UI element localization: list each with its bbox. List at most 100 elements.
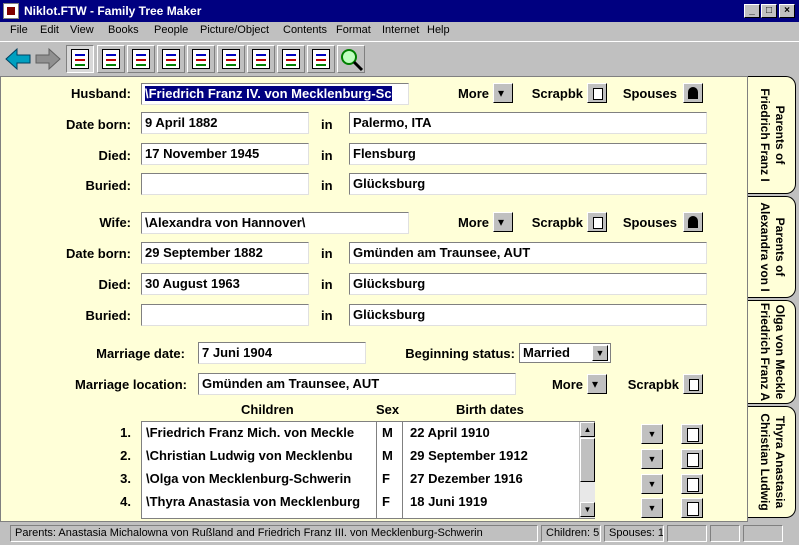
wife-name-field[interactable]: \Alexandra von Hannover\ (141, 212, 409, 234)
child-scrapbook-button[interactable] (681, 449, 703, 469)
family-group-sheet-button[interactable] (247, 45, 275, 73)
scroll-thumb[interactable] (580, 438, 595, 482)
calendar-report-button[interactable] (307, 45, 335, 73)
husband-born-place-field[interactable]: Palermo, ITA (349, 112, 707, 134)
scroll-down-icon[interactable]: ▼ (580, 502, 595, 517)
maximize-button[interactable]: □ (761, 4, 777, 18)
hourglass-tree-icon (162, 49, 180, 69)
child-more-button[interactable]: ▼ (641, 498, 663, 518)
forward-button[interactable] (34, 46, 62, 72)
menu-format[interactable]: Format (336, 24, 371, 36)
children-list[interactable]: \Friedrich Franz Mich. von Meckle M 22 A… (141, 421, 595, 519)
in-label: in (321, 117, 333, 132)
chevron-down-icon[interactable]: ▼ (592, 345, 608, 361)
table-row[interactable]: \Friedrich Franz Mich. von Meckle M 22 A… (142, 422, 579, 445)
child-name: \Thyra Anastasia von Mecklenburg (146, 494, 361, 509)
descendant-tree-button[interactable] (127, 45, 155, 73)
child-birth-date: 22 April 1910 (410, 425, 490, 440)
child-number: 4. (120, 494, 131, 509)
menu-help[interactable]: Help (427, 24, 450, 36)
status-children-count: Children: 5 (541, 525, 601, 542)
genealogy-report-button[interactable] (277, 45, 305, 73)
family-page-button[interactable] (66, 45, 94, 73)
husband-died-place-field[interactable]: Flensburg (349, 143, 707, 165)
menu-file[interactable]: File (10, 24, 28, 36)
husband-more-button[interactable] (493, 83, 513, 103)
wife-more-button[interactable] (493, 212, 513, 232)
in-label: in (321, 308, 333, 323)
ancestor-tree-icon (102, 49, 120, 69)
wife-scrapbk-label: Scrapbk (531, 215, 583, 230)
husband-name-field[interactable]: \Friedrich Franz IV. von Mecklenburg-Sc (141, 83, 409, 105)
tab-children-olga-friedrich[interactable]: Olga von Meckle Friedrich Franz A (748, 300, 796, 404)
magnifier-icon (341, 49, 364, 72)
all-in-one-tree-button[interactable] (187, 45, 215, 73)
beginning-status-value: Married (523, 345, 570, 360)
child-more-button[interactable]: ▼ (641, 449, 663, 469)
menu-picture-object[interactable]: Picture/Object (200, 24, 269, 36)
back-button[interactable] (4, 46, 32, 72)
husband-spouses-button[interactable] (683, 83, 703, 103)
marriage-date-label: Marriage date: (96, 346, 185, 361)
child-number: 2. (120, 448, 131, 463)
wife-scrapbook-button[interactable] (587, 212, 607, 232)
table-row[interactable]: \Christian Ludwig von Mecklenbu M 29 Sep… (142, 445, 579, 468)
child-sex: M (382, 448, 393, 463)
title-bar[interactable]: Niklot.FTW - Family Tree Maker _ □ × (0, 0, 799, 22)
child-scrapbook-button[interactable] (681, 424, 703, 444)
marriage-scrapbook-button[interactable] (683, 374, 703, 394)
wife-buried-place-field[interactable]: Glücksburg (349, 304, 707, 326)
menu-books[interactable]: Books (108, 24, 139, 36)
marriage-location-field[interactable]: Gmünden am Traunsee, AUT (198, 373, 516, 395)
ancestor-tree-button[interactable] (97, 45, 125, 73)
child-name: \Christian Ludwig von Mecklenbu (146, 448, 353, 463)
husband-scrapbk-label: Scrapbk (531, 86, 583, 101)
husband-died-date-field[interactable]: 17 November 1945 (141, 143, 309, 165)
wife-died-date-field[interactable]: 30 August 1963 (141, 273, 309, 295)
tab-parents-wife[interactable]: Parents of Alexandra von I (748, 196, 796, 298)
tab-parents-husband[interactable]: Parents of Friedrich Franz I (748, 76, 796, 194)
wife-spouses-button[interactable] (683, 212, 703, 232)
in-label: in (321, 246, 333, 261)
close-button[interactable]: × (779, 4, 795, 18)
child-scrapbook-button[interactable] (681, 498, 703, 518)
husband-buried-date-field[interactable] (141, 173, 309, 195)
status-parents: Parents: Anastasia Michalowna von Rußlan… (10, 525, 538, 542)
menu-edit[interactable]: Edit (40, 24, 59, 36)
menu-internet[interactable]: Internet (382, 24, 419, 36)
child-scrapbook-button[interactable] (681, 474, 703, 494)
menu-view[interactable]: View (70, 24, 94, 36)
table-row[interactable]: \Thyra Anastasia von Mecklenburg F 18 Ju… (142, 491, 579, 514)
wife-more-label: More (457, 215, 489, 230)
husband-scrapbook-button[interactable] (587, 83, 607, 103)
scroll-up-icon[interactable]: ▲ (580, 422, 595, 437)
wife-buried-date-field[interactable] (141, 304, 309, 326)
marriage-date-field[interactable]: 7 Juni 1904 (198, 342, 366, 364)
menu-people[interactable]: People (154, 24, 188, 36)
in-label: in (321, 277, 333, 292)
menu-contents[interactable]: Contents (283, 24, 327, 36)
children-scrollbar[interactable]: ▲ ▼ (579, 422, 595, 518)
wife-died-place-field[interactable]: Glücksburg (349, 273, 707, 295)
husband-spouses-label: Spouses (622, 86, 677, 101)
minimize-button[interactable]: _ (744, 4, 760, 18)
child-more-button[interactable]: ▼ (641, 474, 663, 494)
app-icon[interactable] (3, 3, 19, 19)
child-sex: F (382, 494, 390, 509)
wife-born-place-field[interactable]: Gmünden am Traunsee, AUT (349, 242, 707, 264)
table-row[interactable]: \Olga von Mecklenburg-Schwerin F 27 Deze… (142, 468, 579, 491)
tab-children-thyra-christian[interactable]: Thyra Anastasia Christian Ludwig (748, 406, 796, 518)
marriage-more-button[interactable] (587, 374, 607, 394)
search-button[interactable] (337, 45, 365, 73)
husband-buried-place-field[interactable]: Glücksburg (349, 173, 707, 195)
child-more-button[interactable]: ▼ (641, 424, 663, 444)
beginning-status-select[interactable]: Married ▼ (519, 343, 611, 363)
wife-born-date-field[interactable]: 29 September 1882 (141, 242, 309, 264)
child-sex: M (382, 425, 393, 440)
hourglass-tree-button[interactable] (157, 45, 185, 73)
husband-born-date-field[interactable]: 9 April 1882 (141, 112, 309, 134)
family-page-form: Husband: \Friedrich Franz IV. von Meckle… (0, 76, 748, 522)
outline-report-button[interactable] (217, 45, 245, 73)
husband-more-label: More (457, 86, 489, 101)
outline-icon (222, 49, 240, 69)
